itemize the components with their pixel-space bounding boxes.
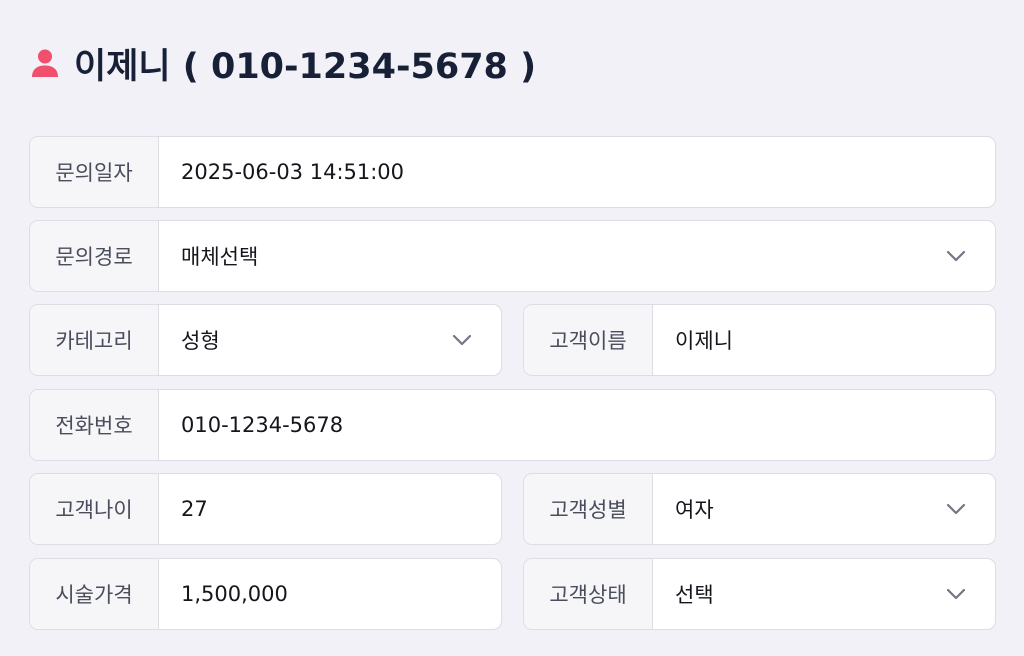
chevron-down-icon[interactable] <box>945 587 967 601</box>
customer-gender-value: 여자 <box>675 498 714 522</box>
customer-gender-label: 고객성별 <box>524 474 653 544</box>
procedure-price-label: 시술가격 <box>30 559 159 629</box>
inquiry-channel-value: 매체선택 <box>181 245 259 269</box>
inquiry-date-field[interactable]: 문의일자 2025-06-03 14:51:00 <box>29 136 996 208</box>
inquiry-channel-field[interactable]: 문의경로 매체선택 <box>29 220 996 292</box>
inquiry-channel-select[interactable]: 매체선택 <box>159 221 995 291</box>
category-value: 성형 <box>181 329 220 353</box>
row-inquiry-date: 문의일자 2025-06-03 14:51:00 <box>29 136 996 208</box>
row-inquiry-channel: 문의경로 매체선택 <box>29 220 996 292</box>
procedure-price-value: 1,500,000 <box>181 582 288 606</box>
inquiry-date-value: 2025-06-03 14:51:00 <box>181 160 405 184</box>
chevron-down-icon[interactable] <box>945 502 967 516</box>
procedure-price-input[interactable]: 1,500,000 <box>159 559 501 629</box>
page-title: 이제니 ( 010-1234-5678 ) <box>74 46 537 87</box>
customer-age-label: 고객나이 <box>30 474 159 544</box>
customer-status-select[interactable]: 선택 <box>653 559 995 629</box>
page-header: 이제니 ( 010-1234-5678 ) <box>30 38 536 88</box>
customer-status-field[interactable]: 고객상태 선택 <box>523 558 996 630</box>
row-phone: 전화번호 010-1234-5678 <box>29 389 996 461</box>
customer-age-value: 27 <box>181 497 208 521</box>
inquiry-date-input[interactable]: 2025-06-03 14:51:00 <box>159 137 995 207</box>
inquiry-channel-label: 문의경로 <box>30 221 159 291</box>
customer-name-input[interactable]: 이제니 <box>653 305 995 375</box>
category-field[interactable]: 카테고리 성형 <box>29 304 502 376</box>
customer-gender-field[interactable]: 고객성별 여자 <box>523 473 996 545</box>
procedure-price-field[interactable]: 시술가격 1,500,000 <box>29 558 502 630</box>
customer-name-label: 고객이름 <box>524 305 653 375</box>
row-price-status: 시술가격 1,500,000 고객상태 선택 <box>29 558 996 630</box>
customer-name-value: 이제니 <box>675 329 733 353</box>
category-select[interactable]: 성형 <box>159 305 501 375</box>
category-label: 카테고리 <box>30 305 159 375</box>
person-icon <box>30 46 60 80</box>
inquiry-date-label: 문의일자 <box>30 137 159 207</box>
customer-gender-select[interactable]: 여자 <box>653 474 995 544</box>
phone-label: 전화번호 <box>30 390 159 460</box>
phone-field[interactable]: 전화번호 010-1234-5678 <box>29 389 996 461</box>
row-category-name: 카테고리 성형 고객이름 이제니 <box>29 304 996 376</box>
customer-age-field[interactable]: 고객나이 27 <box>29 473 502 545</box>
customer-age-input[interactable]: 27 <box>159 474 501 544</box>
chevron-down-icon[interactable] <box>945 249 967 263</box>
chevron-down-icon[interactable] <box>451 333 473 347</box>
phone-input[interactable]: 010-1234-5678 <box>159 390 995 460</box>
customer-status-label: 고객상태 <box>524 559 653 629</box>
customer-name-field[interactable]: 고객이름 이제니 <box>523 304 996 376</box>
customer-status-value: 선택 <box>675 583 714 607</box>
row-age-gender: 고객나이 27 고객성별 여자 <box>29 473 996 545</box>
phone-value: 010-1234-5678 <box>181 413 344 437</box>
